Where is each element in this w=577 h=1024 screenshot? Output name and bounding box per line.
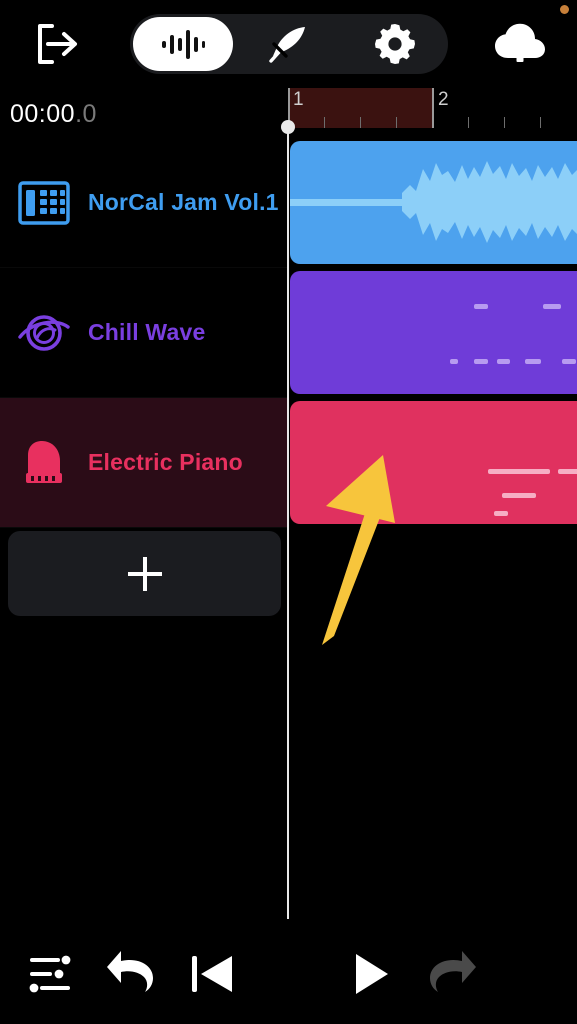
midi-note bbox=[558, 469, 577, 474]
midi-note bbox=[474, 304, 488, 309]
midi-note bbox=[488, 469, 550, 474]
track-name-label: Chill Wave bbox=[88, 319, 206, 346]
tab-tracks-waveform[interactable] bbox=[130, 14, 236, 74]
grand-piano-icon bbox=[0, 398, 88, 528]
exit-door-icon bbox=[38, 24, 77, 64]
beat-tick bbox=[396, 117, 397, 128]
rewind-button[interactable] bbox=[175, 924, 251, 1024]
midi-note bbox=[497, 359, 510, 364]
midi-clip-electric-piano[interactable] bbox=[290, 401, 577, 524]
feather-quill-icon bbox=[269, 27, 305, 63]
lane-chill-wave[interactable] bbox=[288, 268, 577, 398]
play-button[interactable] bbox=[333, 924, 409, 1024]
waveform-icon bbox=[162, 30, 205, 59]
redo-arrow-icon bbox=[430, 951, 476, 992]
timecode-display[interactable]: 00:00.0 bbox=[10, 100, 97, 129]
undo-button[interactable] bbox=[95, 924, 171, 1024]
transport-bar bbox=[0, 924, 577, 1024]
midi-note bbox=[502, 493, 536, 498]
beat-tick bbox=[468, 117, 469, 128]
timecode-fraction: .0 bbox=[75, 100, 97, 128]
track-name-label: Electric Piano bbox=[88, 449, 243, 476]
cloud-upload-button[interactable] bbox=[493, 18, 547, 68]
top-toolbar bbox=[0, 0, 577, 88]
lane-norcal-jam[interactable] bbox=[288, 138, 577, 268]
timeline-clip-lanes bbox=[288, 138, 577, 528]
track-header-chill-wave[interactable]: Chill Wave bbox=[0, 268, 288, 398]
midi-clip-chill-wave[interactable] bbox=[290, 271, 577, 394]
redo-button[interactable] bbox=[412, 924, 488, 1024]
lane-electric-piano[interactable] bbox=[288, 398, 577, 528]
bar-number-1: 1 bbox=[293, 89, 304, 110]
beat-tick bbox=[504, 117, 505, 128]
tab-settings[interactable] bbox=[342, 14, 448, 74]
undo-arrow-icon bbox=[107, 951, 153, 992]
exit-project-button[interactable] bbox=[28, 20, 86, 68]
plus-icon-vertical bbox=[142, 556, 147, 591]
bar-line-2 bbox=[432, 88, 434, 128]
skip-to-start-icon bbox=[192, 956, 232, 992]
audio-clip-norcal-jam[interactable] bbox=[290, 141, 577, 264]
planet-synth-icon bbox=[0, 268, 88, 398]
daw-app-screen: 00:00.0 1 2 NorCal Jam Vol.1 Chill Wave … bbox=[0, 0, 577, 1024]
timecode-main: 00:00 bbox=[10, 100, 76, 128]
beat-tick bbox=[324, 117, 325, 128]
beat-tick bbox=[540, 117, 541, 128]
gear-icon bbox=[375, 24, 415, 64]
waveform-render bbox=[290, 161, 577, 243]
bar-number-2: 2 bbox=[438, 89, 449, 110]
status-indicator-dot bbox=[560, 5, 569, 14]
midi-note bbox=[543, 304, 561, 309]
track-name-label: NorCal Jam Vol.1 bbox=[88, 189, 279, 216]
track-header-electric-piano[interactable]: Electric Piano bbox=[0, 398, 288, 528]
sampler-grid-icon bbox=[0, 138, 88, 268]
cloud-upload-icon bbox=[495, 23, 545, 62]
playhead-line bbox=[287, 126, 289, 919]
view-mode-segmented-control bbox=[130, 14, 448, 74]
midi-note bbox=[562, 359, 576, 364]
add-track-button[interactable] bbox=[8, 531, 281, 616]
mixer-button[interactable] bbox=[14, 924, 90, 1024]
play-triangle-icon bbox=[356, 954, 388, 994]
mixer-sliders-icon bbox=[29, 955, 71, 993]
beat-tick bbox=[360, 117, 361, 128]
bar-ruler[interactable]: 1 2 bbox=[288, 88, 577, 138]
track-header-list: NorCal Jam Vol.1 Chill Wave Electric Pia… bbox=[0, 138, 288, 528]
midi-note bbox=[474, 359, 488, 364]
track-header-norcal-jam[interactable]: NorCal Jam Vol.1 bbox=[0, 138, 288, 268]
midi-note bbox=[494, 511, 508, 516]
midi-note bbox=[525, 359, 541, 364]
tab-notation[interactable] bbox=[236, 14, 342, 74]
midi-note bbox=[450, 359, 458, 364]
